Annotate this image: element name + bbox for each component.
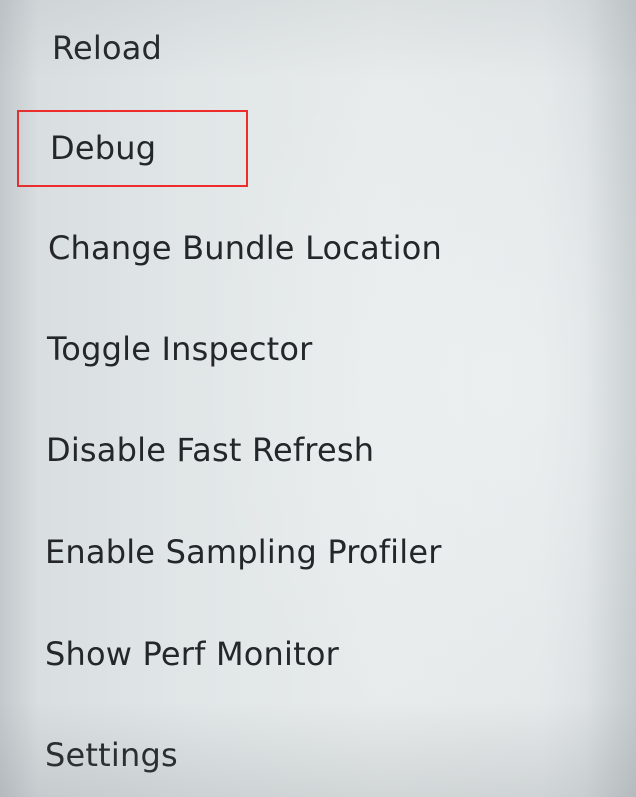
menu-item-disable-fast-refresh[interactable]: Disable Fast Refresh [0, 400, 600, 500]
menu-item-label: Change Bundle Location [48, 229, 443, 267]
menu-item-reload[interactable]: Reload [0, 0, 600, 98]
menu-item-label: Enable Sampling Profiler [45, 533, 442, 571]
dev-menu: Reload Debug Change Bundle Location Togg… [0, 0, 636, 797]
menu-item-label: Reload [52, 29, 163, 67]
menu-item-label: Settings [45, 736, 178, 774]
menu-item-label: Show Perf Monitor [45, 635, 339, 673]
menu-item-label: Debug [50, 129, 157, 167]
menu-item-label: Toggle Inspector [47, 330, 313, 368]
menu-item-debug[interactable]: Debug [0, 98, 600, 198]
dev-menu-screen: Reload Debug Change Bundle Location Togg… [0, 0, 636, 797]
menu-item-label: Disable Fast Refresh [46, 431, 375, 469]
menu-item-enable-sampling-profiler[interactable]: Enable Sampling Profiler [0, 502, 600, 602]
menu-item-settings[interactable]: Settings [0, 705, 600, 797]
menu-item-toggle-inspector[interactable]: Toggle Inspector [0, 299, 600, 399]
menu-item-show-perf-monitor[interactable]: Show Perf Monitor [0, 604, 600, 704]
menu-item-change-bundle-location[interactable]: Change Bundle Location [0, 198, 600, 298]
